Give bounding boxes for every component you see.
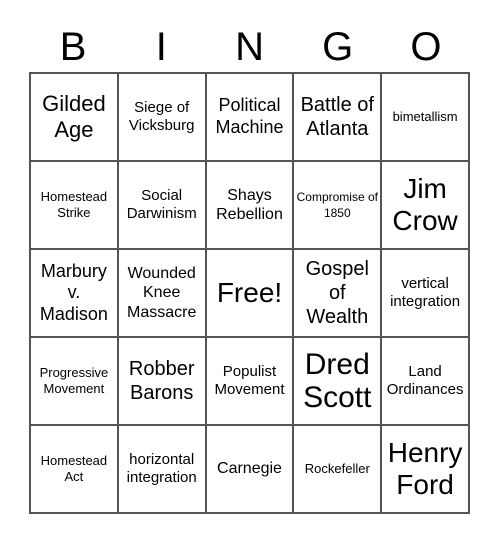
bingo-cell[interactable]: Social Darwinism [117,161,206,249]
cell-label: vertical integration [390,275,461,310]
bingo-cell[interactable]: Political Machine [205,73,294,161]
bingo-cell[interactable]: Marbury v. Madison [30,249,118,337]
cell-label: horizontal integration [126,451,197,486]
bingo-cell[interactable]: Compromise of 1850 [293,161,382,249]
bingo-cell[interactable]: Land Ordinances [381,337,469,425]
header-letter-o: O [410,25,442,69]
cell-label: Carnegie [217,460,282,478]
cell-label: Land Ordinances [386,363,464,398]
cell-label: Gospel of Wealth [305,258,369,328]
bingo-cell[interactable]: Gospel of Wealth [293,249,382,337]
bingo-cell[interactable]: Robber Barons [117,337,206,425]
bingo-cell[interactable]: Homestead Act [30,425,118,513]
cell-label: Political Machine [215,95,284,137]
cell-label: Compromise of 1850 [296,189,378,220]
bingo-cell[interactable]: Progressive Movement [30,337,118,425]
bingo-cell[interactable]: vertical integration [381,249,469,337]
bingo-cell[interactable]: horizontal integration [117,425,206,513]
free-space-cell[interactable]: Free! [205,249,294,337]
bingo-cell[interactable]: Wounded Knee Massacre [117,249,206,337]
bingo-cell[interactable]: Gilded Age [30,73,118,161]
bingo-cell[interactable]: Battle of Atlanta [293,73,382,161]
cell-label: Homestead Act [40,453,108,484]
header-letter-i: I [155,25,167,69]
bingo-cell[interactable]: Henry Ford [381,425,469,513]
cell-label: Rockefeller [304,461,370,477]
cell-label: Free! [216,276,283,308]
bingo-cell[interactable]: Jim Crow [381,161,469,249]
cell-label: Henry Ford [387,436,463,500]
bingo-cell[interactable]: Homestead Strike [30,161,118,249]
cell-label: Dred Scott [303,348,372,414]
cell-label: bimetallism [392,109,458,125]
bingo-cell[interactable]: bimetallism [381,73,469,161]
bingo-cell[interactable]: Carnegie [205,425,294,513]
cell-label: Populist Movement [214,363,285,398]
header-letter-g: G [322,25,354,69]
cell-label: Shays Rebellion [216,186,283,223]
bingo-cell[interactable]: Siege of Vicksburg [117,73,206,161]
header-letter-b: B [59,25,87,69]
bingo-header: B I N G O [29,22,470,72]
bingo-cell[interactable]: Dred Scott [293,337,382,425]
bingo-cell[interactable]: Populist Movement [205,337,294,425]
cell-label: Progressive Movement [39,365,109,396]
cell-label: Social Darwinism [126,187,197,222]
bingo-grid: Gilded Age Siege of Vicksburg Political Ma… [29,72,470,514]
cell-label: Robber Barons [128,358,195,404]
header-letter-n: N [235,25,264,69]
cell-label: Siege of Vicksburg [128,99,195,134]
bingo-cell[interactable]: Rockefeller [293,425,382,513]
cell-label: Battle of Atlanta [300,94,374,140]
cell-label: Gilded Age [42,90,106,142]
cell-label: Wounded Knee Massacre [127,265,197,321]
cell-label: Marbury v. Madison [39,260,108,324]
cell-label: Jim Crow [392,172,458,236]
cell-label: Homestead Strike [40,189,108,220]
bingo-cell[interactable]: Shays Rebellion [205,161,294,249]
